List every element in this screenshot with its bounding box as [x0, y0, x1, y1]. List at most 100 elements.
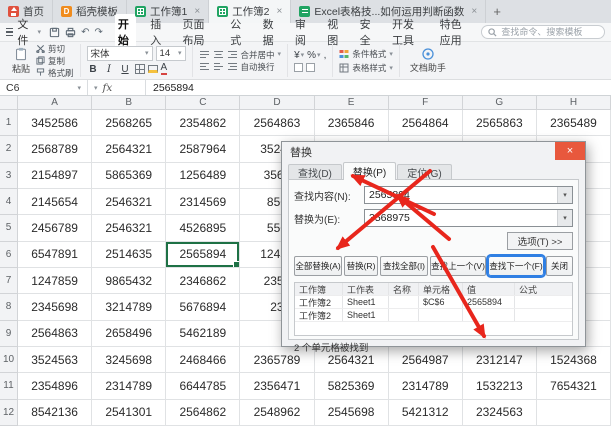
align-left-icon[interactable]: [199, 50, 210, 59]
cell[interactable]: 2346862: [166, 268, 241, 295]
cell[interactable]: 2568789: [18, 136, 93, 163]
cell[interactable]: 5676894: [166, 294, 241, 321]
cell[interactable]: 9865432: [92, 268, 167, 295]
result-row[interactable]: 工作簿2 Sheet1 $C$6 2565894: [295, 296, 572, 309]
goto-tab[interactable]: 定位(G): [397, 164, 452, 180]
doc-assistant-button[interactable]: 文档助手: [406, 47, 450, 74]
currency-format-button[interactable]: ¥ ▾: [294, 50, 304, 61]
align-right-icon[interactable]: [227, 50, 238, 59]
column-header[interactable]: F: [388, 96, 463, 110]
percent-format-button[interactable]: % ▾: [307, 50, 320, 61]
cell[interactable]: 2356471: [240, 373, 315, 400]
cell[interactable]: 2468466: [166, 347, 241, 374]
row-header[interactable]: 4: [0, 189, 18, 216]
replace-all-button[interactable]: 全部替换(A): [294, 256, 342, 276]
column-header[interactable]: G: [462, 96, 537, 110]
row-header[interactable]: 5: [0, 215, 18, 242]
find-all-button[interactable]: 查找全部(I): [380, 256, 428, 276]
cell[interactable]: 3452586: [18, 110, 93, 137]
cell[interactable]: 2564863: [18, 320, 93, 347]
cell[interactable]: [536, 399, 611, 426]
cell[interactable]: 2145654: [18, 189, 93, 216]
cell[interactable]: 2365489: [536, 110, 611, 137]
search-input[interactable]: [501, 27, 598, 37]
new-tab-button[interactable]: +: [486, 0, 508, 23]
row-header[interactable]: 8: [0, 294, 18, 321]
italic-button[interactable]: I: [103, 63, 116, 76]
cell[interactable]: 2365846: [314, 110, 389, 137]
replace-tab[interactable]: 替换(P): [342, 162, 397, 180]
replace-button[interactable]: 替换(R): [344, 256, 378, 276]
cell[interactable]: 1247859: [18, 268, 93, 295]
cell[interactable]: 4526895: [166, 215, 241, 242]
align-center-icon[interactable]: [213, 50, 224, 59]
row-header[interactable]: 6: [0, 241, 18, 268]
cell[interactable]: 3245698: [92, 347, 167, 374]
find-prev-button[interactable]: 查找上一个(V): [430, 256, 486, 276]
cell[interactable]: 2568265: [92, 110, 167, 137]
replace-with-input[interactable]: 3568975 ▾: [364, 209, 573, 227]
cell[interactable]: 2546321: [92, 215, 167, 242]
cell[interactable]: 5462189: [166, 320, 241, 347]
font-size-select[interactable]: 14 ▾: [155, 45, 186, 61]
find-tab[interactable]: 查找(D): [288, 164, 342, 180]
cut-button[interactable]: 剪切: [36, 44, 74, 54]
chevron-down-icon[interactable]: ▾: [557, 210, 572, 226]
column-header[interactable]: H: [536, 96, 611, 110]
cell[interactable]: 2314789: [92, 373, 167, 400]
cell[interactable]: 2564321: [92, 136, 167, 163]
conditional-format-button[interactable]: 条件格式 ▾: [339, 48, 393, 60]
row-header[interactable]: 7: [0, 268, 18, 295]
cell[interactable]: 2545698: [314, 399, 389, 426]
cell[interactable]: 1256489: [166, 162, 241, 189]
cell[interactable]: 3524563: [18, 347, 93, 374]
formula-input[interactable]: 2565894: [146, 80, 611, 95]
font-color-button[interactable]: A: [160, 63, 168, 75]
copy-button[interactable]: 复制: [36, 56, 74, 66]
cell[interactable]: 2456789: [18, 215, 93, 242]
format-painter-button[interactable]: 格式刷: [36, 68, 74, 78]
print-icon[interactable]: [65, 27, 76, 38]
column-header[interactable]: C: [166, 96, 241, 110]
cell[interactable]: 5825369: [314, 373, 389, 400]
close-button[interactable]: 关闭: [546, 256, 573, 276]
cell[interactable]: 2548962: [240, 399, 315, 426]
bold-button[interactable]: B: [87, 63, 100, 76]
search-box[interactable]: [481, 25, 605, 39]
cell[interactable]: 2546321: [92, 189, 167, 216]
options-button[interactable]: 选项(T) >>: [507, 232, 573, 250]
undo-icon[interactable]: ↶: [81, 27, 89, 38]
column-header[interactable]: A: [18, 96, 93, 110]
paste-button[interactable]: 粘贴: [10, 47, 32, 75]
comma-format-button[interactable]: ,: [324, 50, 327, 61]
merge-center-button[interactable]: 合并居中 ▾: [241, 50, 282, 60]
cell[interactable]: 1532213: [462, 373, 537, 400]
cell[interactable]: 2314569: [166, 189, 241, 216]
cell[interactable]: 5421312: [388, 399, 463, 426]
row-header[interactable]: 2: [0, 136, 18, 163]
cell[interactable]: 2345698: [18, 294, 93, 321]
cell[interactable]: 2658496: [92, 320, 167, 347]
align-middle-icon[interactable]: [213, 62, 224, 71]
cell[interactable]: 2154897: [18, 162, 93, 189]
decrease-decimal-button[interactable]: [306, 62, 316, 72]
cell[interactable]: 2565894: [166, 241, 241, 268]
cell[interactable]: 2324563: [462, 399, 537, 426]
underline-button[interactable]: U: [119, 63, 132, 76]
cell[interactable]: 2564862: [166, 399, 241, 426]
cell[interactable]: 8542136: [18, 399, 93, 426]
cell[interactable]: 6644785: [166, 373, 241, 400]
dialog-close-button[interactable]: ×: [555, 142, 585, 160]
cell[interactable]: 6547891: [18, 241, 93, 268]
cell[interactable]: 2565863: [462, 110, 537, 137]
cell[interactable]: 2354862: [166, 110, 241, 137]
row-header[interactable]: 10: [0, 347, 18, 374]
cell[interactable]: 2514635: [92, 241, 167, 268]
column-header[interactable]: B: [92, 96, 167, 110]
row-header[interactable]: 9: [0, 320, 18, 347]
cell[interactable]: 2564864: [388, 110, 463, 137]
find-what-input[interactable]: 2565894 ▾: [364, 186, 573, 204]
find-next-button[interactable]: 查找下一个(F): [488, 256, 544, 276]
row-header[interactable]: 3: [0, 162, 18, 189]
cell[interactable]: 7654321: [536, 373, 611, 400]
